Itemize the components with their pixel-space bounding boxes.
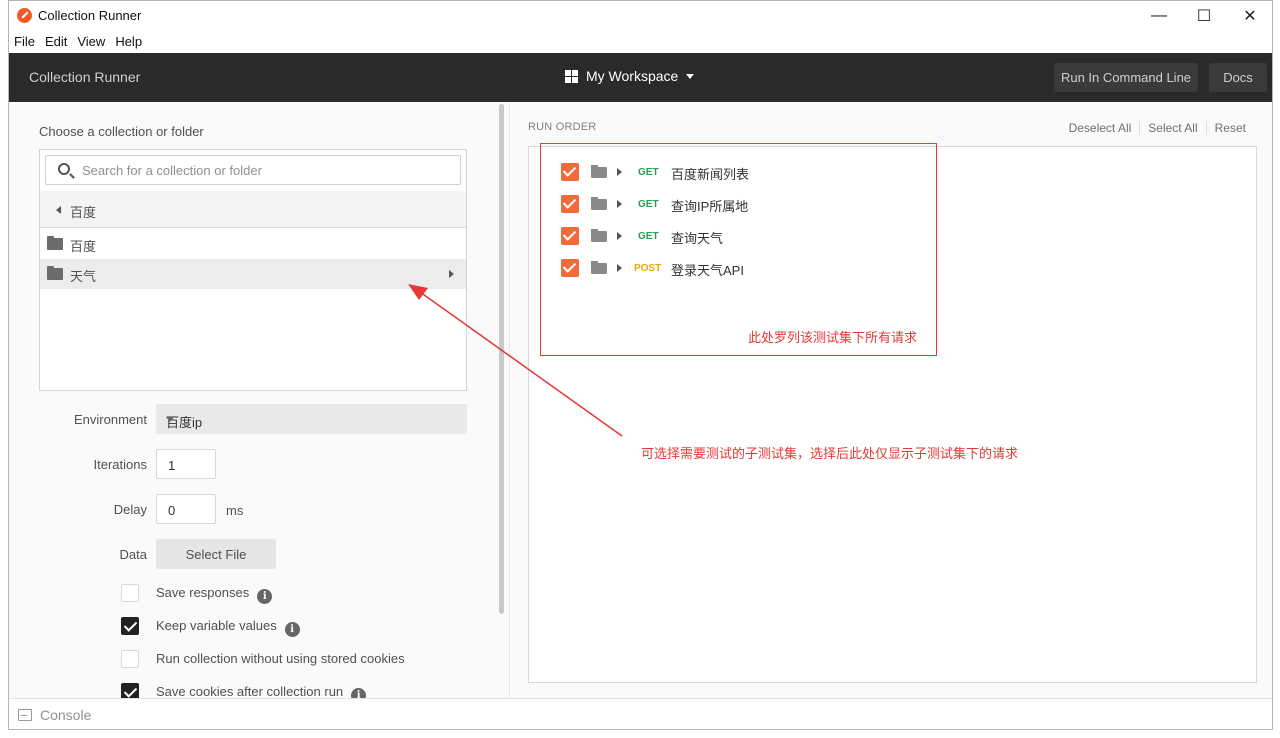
collection-search <box>45 155 461 185</box>
menu-view[interactable]: View <box>72 31 110 53</box>
keep-variable-values-option[interactable]: Keep variable values i <box>121 616 300 637</box>
pane-scrollbar[interactable] <box>499 104 504 614</box>
annotation-box <box>540 143 937 356</box>
save-responses-option[interactable]: Save responses i <box>121 583 273 604</box>
keep-variable-values-label: Keep variable values <box>156 618 277 633</box>
app-window: Collection Runner — ☐ ✕ File Edit View H… <box>8 0 1273 730</box>
window-title: Collection Runner <box>38 8 142 23</box>
workspace-name: My Workspace <box>586 68 679 84</box>
info-icon[interactable]: i <box>257 589 273 604</box>
chevron-down-icon <box>686 73 695 79</box>
workspace-switcher[interactable]: My Workspace <box>565 68 695 84</box>
run-order-heading: RUN ORDER <box>528 121 597 133</box>
header-title: Collection Runner <box>29 69 141 85</box>
console-icon[interactable] <box>18 709 32 721</box>
breadcrumb-label: 百度 <box>70 205 97 220</box>
menu-help[interactable]: Help <box>110 31 147 53</box>
workspace-grid-icon <box>565 69 578 83</box>
reset-button[interactable]: Reset <box>1205 121 1254 135</box>
back-arrow-icon <box>56 206 61 214</box>
iterations-value: 1 <box>168 458 176 473</box>
environment-label: Environment <box>74 412 147 427</box>
deselect-all-button[interactable]: Deselect All <box>1061 121 1140 135</box>
iterations-input[interactable]: 1 <box>156 449 216 479</box>
no-stored-cookies-option[interactable]: Run collection without using stored cook… <box>121 649 405 669</box>
save-cookies-label: Save cookies after collection run <box>156 684 344 699</box>
minimize-button[interactable]: — <box>1136 1 1182 31</box>
menu-file[interactable]: File <box>9 31 40 53</box>
annotation-box-note: 此处罗列该测试集下所有请求 <box>748 330 918 345</box>
folder-item[interactable]: 百度 <box>40 229 466 259</box>
runner-config-panel: Choose a collection or folder 百度 百度 天气 E… <box>9 102 509 703</box>
breadcrumb[interactable]: 百度 <box>40 191 466 228</box>
chevron-down-icon <box>166 417 174 422</box>
data-label: Data <box>119 547 147 562</box>
maximize-button[interactable]: ☐ <box>1181 1 1227 31</box>
folder-icon <box>47 236 63 250</box>
delay-label: Delay <box>113 502 147 517</box>
folder-label: 百度 <box>70 239 97 254</box>
save-responses-checkbox[interactable] <box>121 584 139 602</box>
no-stored-cookies-checkbox[interactable] <box>121 650 139 668</box>
annotation-arrow-note: 可选择需要测试的子测试集，选择后此处仅显示子测试集下的请求 <box>641 446 1019 461</box>
docs-button[interactable]: Docs <box>1209 63 1267 92</box>
menu-bar: File Edit View Help <box>9 31 1272 53</box>
menu-edit[interactable]: Edit <box>40 31 72 53</box>
title-bar: Collection Runner — ☐ ✕ <box>9 1 1272 31</box>
choose-collection-label: Choose a collection or folder <box>39 124 204 139</box>
search-icon <box>58 163 70 175</box>
collection-browser: 百度 百度 天气 <box>39 149 467 391</box>
delay-input[interactable]: 0 <box>156 494 216 524</box>
status-bar: Console <box>9 698 1272 729</box>
select-file-button[interactable]: Select File <box>156 539 276 569</box>
delay-unit: ms <box>226 503 244 518</box>
info-icon[interactable]: i <box>284 622 300 637</box>
postman-logo-icon <box>17 8 32 23</box>
no-stored-cookies-label: Run collection without using stored cook… <box>156 651 405 666</box>
folder-icon <box>47 266 63 280</box>
app-header: Collection Runner My Workspace Run In Co… <box>9 53 1272 102</box>
close-button[interactable]: ✕ <box>1227 1 1272 31</box>
run-order-actions: Deselect All Select All Reset <box>1061 121 1254 135</box>
run-in-command-line-button[interactable]: Run In Command Line <box>1054 63 1198 92</box>
chevron-right-icon[interactable] <box>449 270 454 278</box>
select-all-button[interactable]: Select All <box>1139 121 1205 135</box>
console-button[interactable]: Console <box>40 707 91 723</box>
delay-value: 0 <box>168 503 176 518</box>
iterations-label: Iterations <box>93 457 147 472</box>
search-input[interactable] <box>82 161 452 179</box>
folder-label: 天气 <box>70 269 97 284</box>
folder-item-selected[interactable]: 天气 <box>40 259 466 289</box>
save-responses-label: Save responses <box>156 585 250 600</box>
environment-select[interactable]: 百度ip <box>156 404 467 434</box>
keep-variable-values-checkbox[interactable] <box>121 617 139 635</box>
